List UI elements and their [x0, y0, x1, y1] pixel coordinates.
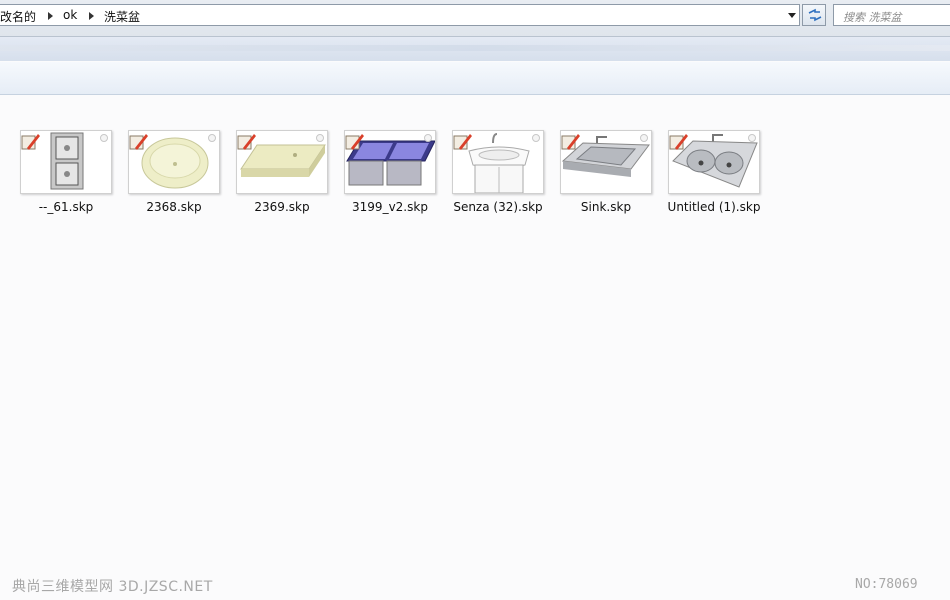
breadcrumb-item[interactable]: ok	[63, 8, 77, 22]
sketchup-file-icon	[129, 134, 148, 150]
breadcrumb-arrow-icon[interactable]	[89, 12, 94, 20]
double-sink-top-view-thumbnail	[20, 130, 112, 194]
file-item[interactable]: 2369.skp	[228, 124, 336, 218]
file-name: Sink.skp	[580, 200, 632, 214]
pedestal-sink-cabinet-thumbnail	[452, 130, 544, 194]
sketchup-file-icon	[561, 134, 580, 150]
thumbnail-corner-icon	[424, 134, 432, 142]
file-item[interactable]: --_61.skp	[12, 124, 120, 218]
single-steel-sink-thumbnail	[560, 130, 652, 194]
watermark-number: NO:78069	[855, 577, 918, 592]
navigation-bar: 改名的 ok 洗菜盆 搜索 洗菜盆	[0, 0, 950, 37]
thumbnail-corner-icon	[316, 134, 324, 142]
file-item[interactable]: Senza (32).skp	[444, 124, 552, 218]
chevron-down-icon	[788, 13, 796, 18]
watermark-site: 典尚三维模型网 3D.JZSC.NET	[12, 579, 213, 595]
oval-basin-thumbnail	[128, 130, 220, 194]
address-history-dropdown[interactable]	[784, 4, 800, 26]
thumbnail-corner-icon	[100, 134, 108, 142]
breadcrumb-item[interactable]: 改名的	[0, 8, 36, 25]
sketchup-file-icon	[21, 134, 40, 150]
sketchup-file-icon	[669, 134, 688, 150]
search-placeholder: 搜索 洗菜盆	[843, 11, 902, 24]
file-item[interactable]: Untitled (1).skp	[660, 124, 768, 218]
double-steel-sink-faucet-thumbnail	[668, 130, 760, 194]
refresh-button[interactable]	[802, 4, 826, 26]
thumbnail-corner-icon	[532, 134, 540, 142]
command-toolbar	[0, 62, 950, 95]
file-item[interactable]: 2368.skp	[120, 124, 228, 218]
sketchup-file-icon	[237, 134, 256, 150]
file-item[interactable]: 3199_v2.skp	[336, 124, 444, 218]
thumbnail-corner-icon	[208, 134, 216, 142]
file-name: 2369.skp	[254, 200, 310, 214]
purple-double-sink-thumbnail	[344, 130, 436, 194]
breadcrumb-arrow-icon[interactable]	[48, 12, 53, 20]
rectangular-basin-thumbnail	[236, 130, 328, 194]
sketchup-file-icon	[453, 134, 472, 150]
sketchup-file-icon	[345, 134, 364, 150]
breadcrumb-item[interactable]: 洗菜盆	[104, 8, 140, 25]
file-name: 2368.skp	[146, 200, 202, 214]
file-name: --_61.skp	[38, 200, 94, 214]
file-item[interactable]: Sink.skp	[552, 124, 660, 218]
refresh-icon	[808, 8, 822, 22]
thumbnail-corner-icon	[748, 134, 756, 142]
search-input[interactable]: 搜索 洗菜盆	[833, 4, 950, 26]
address-bar[interactable]: 改名的 ok 洗菜盆	[0, 4, 800, 26]
thumbnail-corner-icon	[640, 134, 648, 142]
menu-bar	[0, 37, 950, 61]
file-name: Senza (32).skp	[453, 200, 543, 214]
menu-bar-blur	[0, 45, 950, 51]
file-name: Untitled (1).skp	[667, 200, 761, 214]
file-name: 3199_v2.skp	[352, 200, 428, 214]
